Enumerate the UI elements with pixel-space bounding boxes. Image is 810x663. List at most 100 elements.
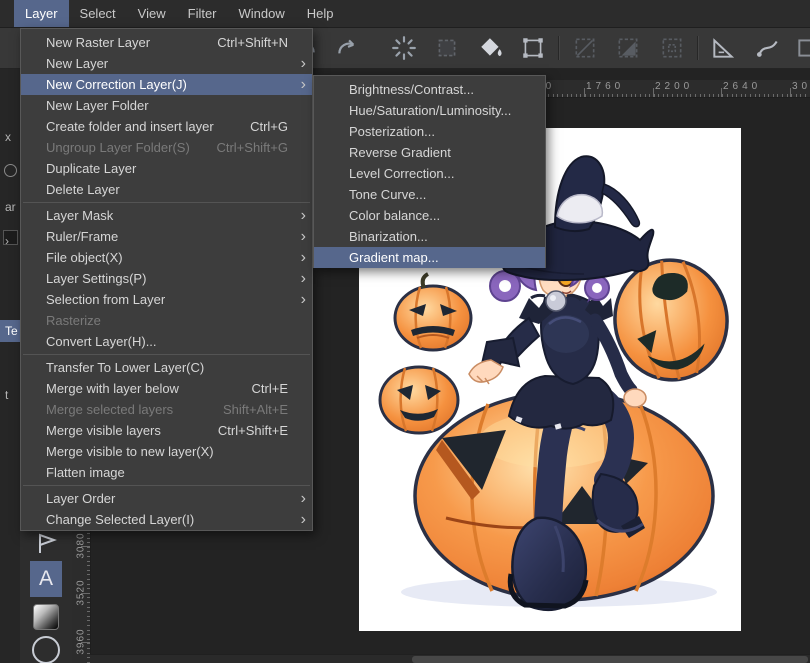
ruler-tick bbox=[791, 94, 792, 97]
ruler-tick bbox=[87, 565, 90, 566]
clipped-panel-text: › bbox=[5, 234, 9, 248]
menu-item-merge-selected-layers: Merge selected layers Shift+Alt+E bbox=[21, 399, 312, 420]
menu-item-merge-visible-layers[interactable]: Merge visible layers Ctrl+Shift+E bbox=[21, 420, 312, 441]
menu-item-create-folder-and-insert-layer[interactable]: Create folder and insert layer Ctrl+G bbox=[21, 116, 312, 137]
ruler-tick bbox=[87, 547, 90, 548]
spinner-icon[interactable] bbox=[391, 35, 417, 61]
ruler-tick bbox=[553, 94, 554, 97]
select-area-icon[interactable] bbox=[434, 35, 460, 61]
ruler-tick bbox=[87, 584, 90, 585]
menubar-item-help[interactable]: Help bbox=[296, 0, 345, 27]
scrollbar-thumb[interactable] bbox=[412, 656, 808, 663]
menu-item-delete-layer[interactable]: Delete Layer bbox=[21, 179, 312, 200]
fill-bucket-icon[interactable] bbox=[478, 35, 504, 61]
ruler-tick bbox=[585, 94, 586, 97]
menubar-item-view[interactable]: View bbox=[127, 0, 177, 27]
ruler-tick bbox=[709, 94, 710, 97]
ruler-tick bbox=[87, 639, 90, 640]
submenu-arrow-icon: › bbox=[291, 77, 306, 92]
left-panel-edge: xar›Tet bbox=[0, 68, 20, 663]
toolbar-separator bbox=[558, 36, 560, 60]
ruler-tick bbox=[87, 588, 90, 589]
ruler-tick bbox=[567, 94, 568, 97]
polygon-select-icon[interactable] bbox=[615, 35, 641, 61]
ruler-tick bbox=[645, 94, 646, 97]
ruler-tick bbox=[87, 538, 90, 539]
ruler-tick bbox=[590, 94, 591, 97]
menu-item-ruler-frame[interactable]: Ruler/Frame › bbox=[21, 226, 312, 247]
ruler-tick bbox=[548, 94, 549, 97]
clipped-panel-icon bbox=[4, 164, 17, 177]
menu-item-selection-from-layer[interactable]: Selection from Layer › bbox=[21, 289, 312, 310]
ruler-tick bbox=[87, 570, 90, 571]
menubar-item-window[interactable]: Window bbox=[228, 0, 296, 27]
curve-brush-icon[interactable] bbox=[755, 35, 781, 61]
menu-item-layer-order[interactable]: Layer Order › bbox=[21, 488, 312, 509]
ruler-tick bbox=[87, 630, 90, 631]
menu-item-level-correction[interactable]: Level Correction... bbox=[314, 163, 545, 184]
ruler-tick bbox=[617, 94, 618, 97]
menu-item-new-layer[interactable]: New Layer › bbox=[21, 53, 312, 74]
menu-item-tone-curve[interactable]: Tone Curve... bbox=[314, 184, 545, 205]
text-tool[interactable]: A bbox=[30, 561, 62, 597]
ruler-tick bbox=[745, 94, 746, 97]
layer-menu-dropdown: New Raster Layer Ctrl+Shift+N New Layer … bbox=[20, 28, 313, 531]
menu-item-merge-with-layer-below[interactable]: Merge with layer below Ctrl+E bbox=[21, 378, 312, 399]
correction-layer-submenu: Brightness/Contrast... Hue/Saturation/Lu… bbox=[313, 75, 546, 268]
ruler-tick bbox=[704, 94, 705, 97]
menubar-item-layer[interactable]: Layer bbox=[14, 0, 69, 27]
menu-separator bbox=[23, 202, 310, 203]
ruler-tick bbox=[603, 94, 604, 97]
horizontal-scrollbar[interactable] bbox=[90, 654, 810, 663]
redo-icon[interactable] bbox=[335, 35, 361, 61]
ruler-tick bbox=[741, 94, 742, 97]
ruler-tick bbox=[87, 579, 90, 580]
clipped-tool-icon[interactable] bbox=[795, 35, 810, 61]
line-select-icon[interactable] bbox=[572, 35, 598, 61]
menu-item-gradient-map[interactable]: Gradient map... bbox=[314, 247, 545, 268]
menu-item-reverse-gradient[interactable]: Reverse Gradient bbox=[314, 142, 545, 163]
menu-item-color-balance[interactable]: Color balance... bbox=[314, 205, 545, 226]
rect-select-icon[interactable] bbox=[659, 35, 685, 61]
transform-frame-icon[interactable] bbox=[520, 35, 546, 61]
menu-item-merge-visible-to-new-layer-x[interactable]: Merge visible to new layer(X) bbox=[21, 441, 312, 462]
ruler-tick bbox=[87, 616, 90, 617]
menu-item-change-selected-layer-i[interactable]: Change Selected Layer(I) › bbox=[21, 509, 312, 530]
clipped-panel-text: t bbox=[5, 388, 8, 402]
ruler-tick bbox=[631, 94, 632, 97]
menu-item-binarization[interactable]: Binarization... bbox=[314, 226, 545, 247]
ruler-tick bbox=[750, 94, 751, 97]
menu-item-duplicate-layer[interactable]: Duplicate Layer bbox=[21, 158, 312, 179]
ruler-tick bbox=[690, 94, 691, 97]
menu-item-posterization[interactable]: Posterization... bbox=[314, 121, 545, 142]
submenu-arrow-icon: › bbox=[291, 56, 306, 71]
ellipse-tool[interactable] bbox=[32, 636, 60, 663]
menu-item-layer-settings-p[interactable]: Layer Settings(P) › bbox=[21, 268, 312, 289]
ruler-tick bbox=[594, 94, 595, 97]
ruler-tick bbox=[732, 94, 733, 97]
menu-item-brightness-contrast[interactable]: Brightness/Contrast... bbox=[314, 79, 545, 100]
menubar-item-select[interactable]: Select bbox=[69, 0, 127, 27]
toolbar-separator bbox=[697, 36, 699, 60]
menu-item-file-object-x[interactable]: File object(X) › bbox=[21, 247, 312, 268]
menu-item-flatten-image[interactable]: Flatten image bbox=[21, 462, 312, 483]
menu-item-convert-layer-h[interactable]: Convert Layer(H)... bbox=[21, 331, 312, 352]
ruler-tick bbox=[722, 94, 723, 97]
ruler-tick bbox=[777, 94, 778, 97]
ruler-tick bbox=[681, 94, 682, 97]
ruler-label: 2200 bbox=[655, 81, 693, 92]
menu-item-layer-mask[interactable]: Layer Mask › bbox=[21, 205, 312, 226]
menubar-item-filter[interactable]: Filter bbox=[177, 0, 228, 27]
ruler-tick bbox=[672, 94, 673, 97]
menu-item-hue-saturation-luminosity[interactable]: Hue/Saturation/Luminosity... bbox=[314, 100, 545, 121]
menu-separator bbox=[23, 485, 310, 486]
menu-item-transfer-to-lower-layer-c[interactable]: Transfer To Lower Layer(C) bbox=[21, 357, 312, 378]
ruler-label: 1760 bbox=[586, 81, 624, 92]
menu-item-new-layer-folder[interactable]: New Layer Folder bbox=[21, 95, 312, 116]
menu-item-new-correction-layer-j[interactable]: New Correction Layer(J) › bbox=[21, 74, 312, 95]
ruler-tick bbox=[768, 94, 769, 97]
gradient-tool[interactable] bbox=[33, 604, 59, 630]
angle-ruler-icon[interactable] bbox=[710, 35, 736, 61]
polyline-tool[interactable] bbox=[33, 531, 59, 557]
menu-item-new-raster-layer[interactable]: New Raster Layer Ctrl+Shift+N bbox=[21, 32, 312, 53]
